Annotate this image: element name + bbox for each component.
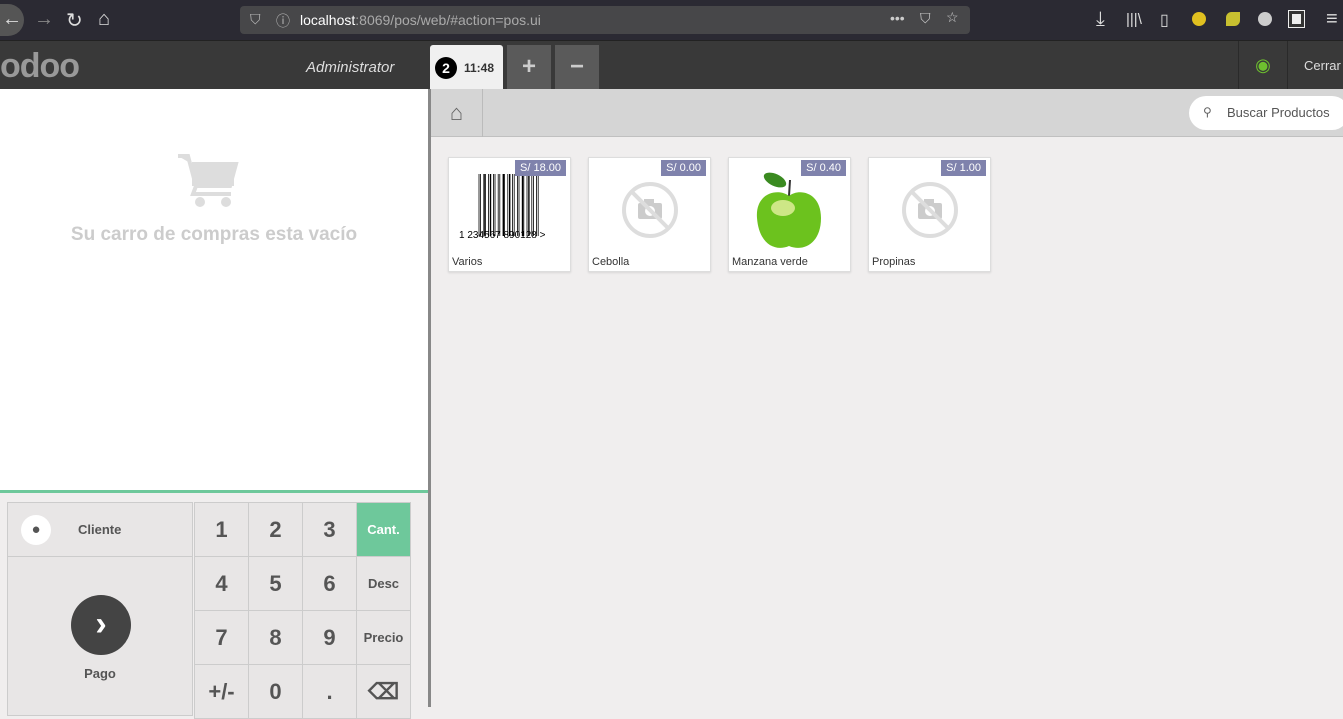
extension-icon[interactable] [1288, 10, 1305, 28]
forward-button[interactable]: → [34, 8, 54, 31]
key-decimal[interactable]: . [302, 664, 357, 719]
pane-divider[interactable] [428, 89, 431, 707]
url-path: :8069/pos/web/#action=pos.ui [355, 12, 541, 28]
wifi-icon[interactable]: ◉ [1238, 41, 1288, 90]
key-7[interactable]: 7 [194, 610, 249, 665]
search-products-input[interactable]: ⚲ Buscar Productos [1189, 96, 1343, 130]
download-icon[interactable]: ⤓ [1096, 8, 1105, 31]
back-button[interactable]: ← [0, 4, 24, 36]
payment-button[interactable]: › Pago [7, 556, 193, 716]
customer-label: Cliente [78, 522, 122, 537]
key-1[interactable]: 1 [194, 502, 249, 557]
green-apple-image [756, 172, 821, 248]
info-icon: ⓘ [276, 13, 290, 29]
search-placeholder: Buscar Productos [1227, 105, 1330, 120]
product-price: S/ 18.00 [515, 160, 566, 176]
sidebar-icon[interactable]: ▯ [1160, 10, 1169, 30]
key-9[interactable]: 9 [302, 610, 357, 665]
no-image-icon [622, 182, 678, 238]
bookmark-star-icon[interactable]: ☆ [946, 9, 959, 26]
url-host: localhost [300, 12, 356, 28]
user-icon: ● [21, 515, 51, 545]
order-number: 2 [435, 57, 457, 79]
mode-quantity-button[interactable]: Cant. [356, 502, 411, 557]
product-name: Manzana verde [732, 256, 808, 268]
empty-cart-message: Su carro de compras esta vacío [70, 224, 358, 245]
menu-icon[interactable]: ≡ [1326, 8, 1338, 31]
product-price: S/ 1.00 [941, 160, 986, 176]
key-3[interactable]: 3 [302, 502, 357, 557]
remove-order-button[interactable]: − [555, 45, 599, 90]
odoo-logo: odoo [0, 47, 80, 85]
key-plus-minus[interactable]: +/- [194, 664, 249, 719]
library-icon[interactable]: |||\ [1126, 11, 1142, 28]
extension-icon[interactable] [1226, 12, 1240, 26]
account-icon[interactable] [1258, 12, 1272, 26]
product-card[interactable]: S/ 0.40 Manzana verde [728, 157, 851, 272]
url-bar[interactable]: ⛉ ⓘ localhost:8069/pos/web/#action=pos.u… [240, 6, 970, 34]
mode-price-button[interactable]: Precio [356, 610, 411, 665]
product-name: Propinas [872, 256, 916, 268]
shield-icon: ⛉ [250, 11, 261, 27]
key-0[interactable]: 0 [248, 664, 303, 719]
key-8[interactable]: 8 [248, 610, 303, 665]
pos-header: odoo Administrator 2 11:48 + − ◉ Cerrar [0, 40, 1343, 90]
order-time: 11:48 [464, 61, 495, 75]
no-image-icon [902, 182, 958, 238]
cart-icon [178, 154, 239, 207]
key-5[interactable]: 5 [248, 556, 303, 611]
product-card[interactable]: S/ 1.00 Propinas [868, 157, 991, 272]
close-button[interactable]: Cerrar [1304, 58, 1341, 73]
key-2[interactable]: 2 [248, 502, 303, 557]
order-tab[interactable]: 2 11:48 [430, 45, 503, 90]
pocket-icon[interactable]: ⛉ [920, 10, 931, 27]
browser-toolbar: ← → ↻ ⌂ ⛉ ⓘ localhost:8069/pos/web/#acti… [0, 0, 1343, 40]
chevron-right-icon: › [71, 595, 131, 655]
product-name: Cebolla [592, 256, 630, 268]
product-card[interactable]: 1 234567 890128 > S/ 18.00 Varios [448, 157, 571, 272]
order-pane: Su carro de compras esta vacío ● Cliente… [0, 89, 428, 719]
product-price: S/ 0.00 [661, 160, 706, 176]
home-category-button[interactable]: ⌂ [431, 89, 483, 137]
product-name: Varios [452, 256, 483, 268]
products-header: ⌂ ⚲ Buscar Productos [431, 89, 1343, 137]
control-pad: ● Cliente › Pago 1 2 3 Cant. 4 5 6 Desc 7 8 9 Preci… [0, 490, 428, 719]
mode-discount-button[interactable]: Desc [356, 556, 411, 611]
payment-label: Pago [84, 666, 116, 681]
home-icon[interactable]: ⌂ [98, 8, 110, 31]
more-icon[interactable]: ••• [890, 10, 905, 26]
user-name[interactable]: Administrator [306, 59, 394, 76]
key-4[interactable]: 4 [194, 556, 249, 611]
product-price: S/ 0.40 [801, 160, 846, 176]
product-card[interactable]: S/ 0.00 Cebolla [588, 157, 711, 272]
key-6[interactable]: 6 [302, 556, 357, 611]
backspace-button[interactable]: ⌫ [356, 664, 411, 719]
extension-icon[interactable] [1192, 12, 1206, 26]
search-icon: ⚲ [1203, 105, 1212, 119]
add-order-button[interactable]: + [507, 45, 551, 90]
reload-button[interactable]: ↻ [66, 8, 83, 33]
customer-button[interactable]: ● Cliente [7, 502, 193, 557]
barcode-text: 1 234567 890128 > [459, 230, 546, 241]
